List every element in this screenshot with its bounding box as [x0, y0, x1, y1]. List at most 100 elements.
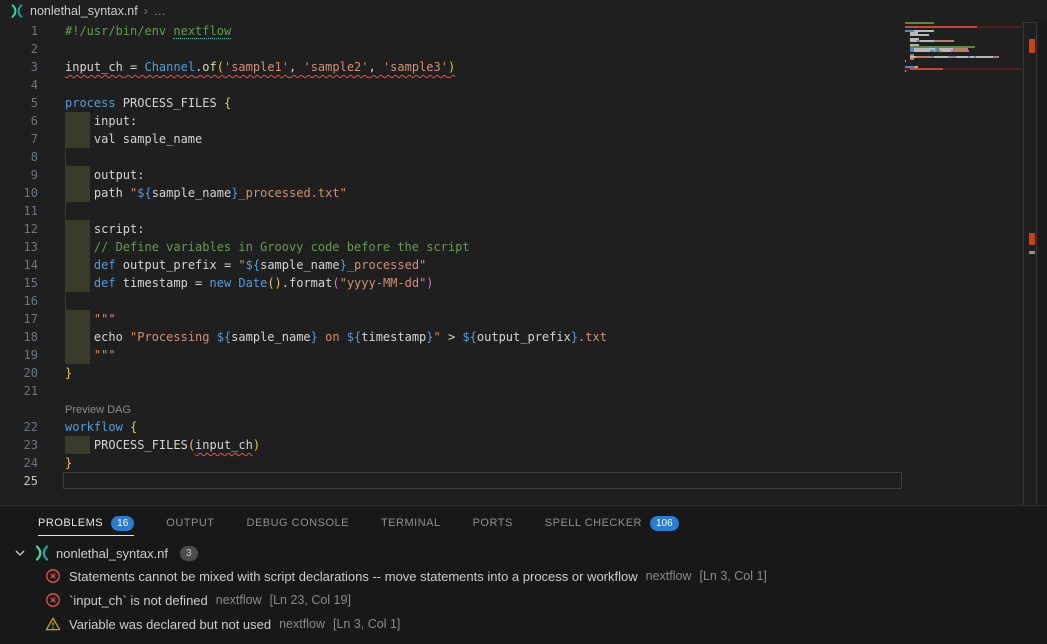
code-line[interactable]: 22workflow {	[0, 418, 1047, 436]
line-number[interactable]: 3	[0, 58, 38, 76]
code-line[interactable]: 6input:	[0, 112, 1047, 130]
line-number[interactable]: 24	[0, 454, 38, 472]
problem-row[interactable]: Statements cannot be mixed with script d…	[0, 564, 1047, 588]
code-text: input_ch = Channel.of('sample1', 'sample…	[65, 58, 455, 76]
code-line[interactable]: 7val sample_name	[0, 130, 1047, 148]
code-line[interactable]: 19"""	[0, 346, 1047, 364]
code-line[interactable]: 11	[0, 202, 1047, 220]
tab-output[interactable]: OUTPUT	[166, 506, 214, 540]
problem-row[interactable]: Variable was declared but not usednextfl…	[0, 612, 1047, 636]
line-number[interactable]: 10	[0, 184, 38, 202]
code-text: #!/usr/bin/env nextflow	[65, 22, 231, 40]
indent-highlight	[65, 328, 90, 346]
overview-ruler-marker	[1029, 233, 1035, 245]
indent-highlight	[65, 256, 90, 274]
code-line[interactable]: 2	[0, 40, 1047, 58]
line-number[interactable]: 25	[0, 472, 38, 490]
line-number[interactable]: 8	[0, 148, 38, 166]
code-line[interactable]: 12script:	[0, 220, 1047, 238]
indent-highlight	[65, 112, 90, 130]
code-line[interactable]: 23PROCESS_FILES(input_ch)	[0, 436, 1047, 454]
breadcrumb-file[interactable]: nonlethal_syntax.nf	[30, 4, 138, 18]
tab-badge: 106	[650, 516, 679, 531]
nextflow-file-icon	[10, 4, 24, 18]
code-line[interactable]: 1 #!/usr/bin/env nextflow	[0, 22, 1047, 40]
problem-source: nextflow	[646, 569, 692, 583]
code-line[interactable]: 15 def timestamp = new Date().format("yyy…	[0, 274, 1047, 292]
indent-highlight	[65, 238, 90, 256]
tab-problems[interactable]: PROBLEMS16	[38, 506, 134, 540]
line-number[interactable]: 11	[0, 202, 38, 220]
code-line[interactable]: 25	[0, 472, 1047, 490]
error-icon	[45, 568, 61, 584]
tab-ports[interactable]: PORTS	[473, 506, 513, 540]
code-line[interactable]: 3 input_ch = Channel.of('sample1', 'sampl…	[0, 58, 1047, 76]
line-number[interactable]: 17	[0, 310, 38, 328]
indent-guide	[65, 202, 66, 220]
line-number[interactable]: 2	[0, 40, 38, 58]
code-text: }	[65, 454, 72, 472]
line-number[interactable]: 15	[0, 274, 38, 292]
code-line[interactable]: 18 echo "Processing ${sample_name} on ${t…	[0, 328, 1047, 346]
code-line[interactable]: 17"""	[0, 310, 1047, 328]
problem-location: [Ln 3, Col 1]	[700, 569, 767, 583]
code-line[interactable]: 8	[0, 148, 1047, 166]
code-line[interactable]: 24}	[0, 454, 1047, 472]
problem-message: Statements cannot be mixed with script d…	[69, 569, 638, 584]
code-line[interactable]: 9output:	[0, 166, 1047, 184]
line-number[interactable]: 5	[0, 94, 38, 112]
line-number[interactable]: 4	[0, 76, 38, 94]
code-text: echo "Processing ${sample_name} on ${tim…	[65, 328, 607, 346]
line-number[interactable]: 14	[0, 256, 38, 274]
problem-message: Variable was declared but not used	[69, 617, 271, 632]
line-number[interactable]: 21	[0, 382, 38, 400]
nextflow-file-icon	[34, 545, 50, 561]
problems-view: nonlethal_syntax.nf 3 Statements cannot …	[0, 542, 1047, 636]
codelens-preview-dag[interactable]: Preview DAG	[65, 404, 131, 416]
problem-row[interactable]: `input_ch` is not definednextflow[Ln 23,…	[0, 588, 1047, 612]
line-number[interactable]: 18	[0, 328, 38, 346]
line-number[interactable]: 23	[0, 436, 38, 454]
bottom-panel: PROBLEMS16 OUTPUT DEBUG CONSOLE TERMINAL POR…	[0, 505, 1047, 644]
code-text: }	[65, 364, 72, 382]
line-number[interactable]: 20	[0, 364, 38, 382]
tab-terminal[interactable]: TERMINAL	[381, 506, 441, 540]
minimap[interactable]	[905, 22, 1022, 74]
line-number[interactable]: 13	[0, 238, 38, 256]
line-number[interactable]: 7	[0, 130, 38, 148]
line-number[interactable]: 6	[0, 112, 38, 130]
chevron-down-icon[interactable]	[12, 545, 28, 561]
codelens-row: Preview DAG	[0, 400, 1047, 418]
indent-guide	[65, 148, 66, 166]
code-line[interactable]: 20}	[0, 364, 1047, 382]
line-number[interactable]: 9	[0, 166, 38, 184]
problems-count-badge: 3	[180, 546, 198, 561]
code-text: process PROCESS_FILES {	[65, 94, 231, 112]
breadcrumb: nonlethal_syntax.nf › …	[0, 0, 1047, 22]
code-line[interactable]: 4	[0, 76, 1047, 94]
gutter	[0, 400, 38, 418]
line-number[interactable]: 1	[0, 22, 38, 40]
code-line[interactable]: 13// Define variables in Groovy code bef…	[0, 238, 1047, 256]
code-line[interactable]: 21	[0, 382, 1047, 400]
problems-file-row[interactable]: nonlethal_syntax.nf 3	[0, 542, 1047, 564]
code-line[interactable]: 14def output_prefix = "${sample_name}_pr…	[0, 256, 1047, 274]
tab-debug-console[interactable]: DEBUG CONSOLE	[247, 506, 349, 540]
chevron-right-icon: ›	[144, 4, 148, 18]
code-text: def timestamp = new Date().format("yyyy-…	[65, 274, 434, 292]
code-area[interactable]: 1 #!/usr/bin/env nextflow 23 input_ch = Cha…	[0, 22, 1047, 490]
indent-highlight	[65, 130, 90, 148]
code-line[interactable]: 10path "${sample_name}_processed.txt"	[0, 184, 1047, 202]
panel-tab-bar: PROBLEMS16 OUTPUT DEBUG CONSOLE TERMINAL POR…	[0, 506, 1047, 540]
current-line-highlight	[63, 472, 902, 489]
line-number[interactable]: 12	[0, 220, 38, 238]
code-line[interactable]: 5 process PROCESS_FILES {	[0, 94, 1047, 112]
overview-ruler-scrollbar[interactable]	[1023, 22, 1037, 505]
code-line[interactable]: 16	[0, 292, 1047, 310]
breadcrumb-ellipsis[interactable]: …	[154, 4, 167, 18]
minimap-line	[905, 72, 1022, 74]
line-number[interactable]: 19	[0, 346, 38, 364]
line-number[interactable]: 22	[0, 418, 38, 436]
tab-spell-checker[interactable]: SPELL CHECKER106	[545, 506, 679, 540]
line-number[interactable]: 16	[0, 292, 38, 310]
